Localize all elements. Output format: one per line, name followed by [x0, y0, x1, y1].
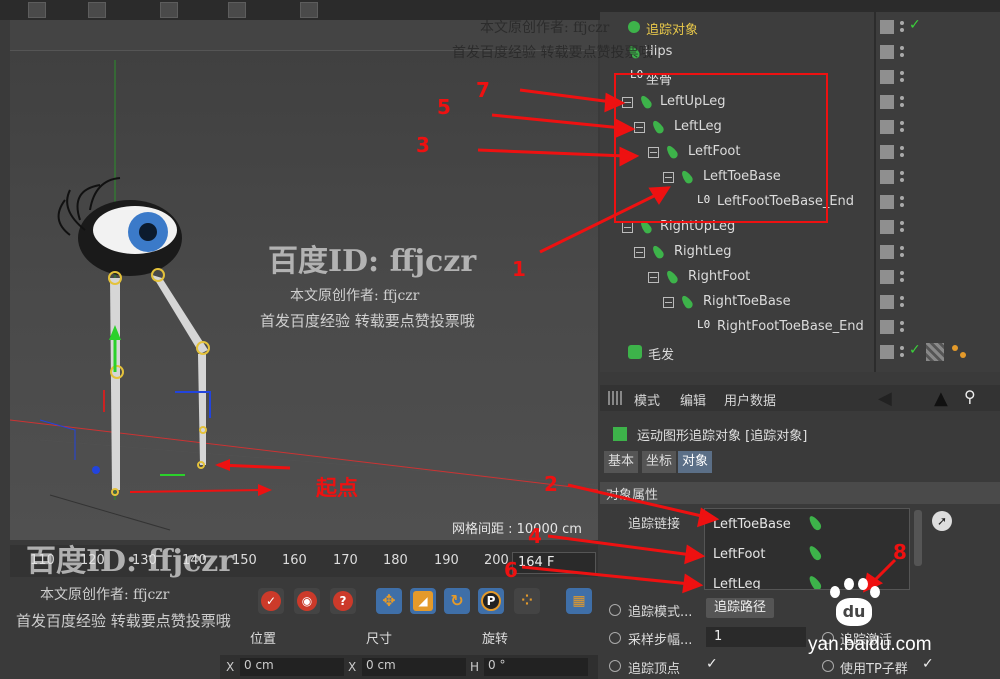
watermark-author: 本文原创作者: ffjczr: [290, 288, 420, 304]
annotation-label-8: 8: [893, 540, 907, 564]
watermark-notice: 首发百度经验 转载要点赞投票哦: [260, 312, 475, 330]
annotation-arrow-1: [539, 191, 661, 254]
annotation-arrowhead: [604, 92, 626, 113]
baidu-paw-logo: du: [826, 578, 882, 630]
annotation-arrowhead: [619, 146, 640, 167]
annotation-arrow-7: [519, 88, 613, 104]
annotation-label-4: 4: [528, 524, 542, 548]
annotation-label-5: 5: [437, 95, 451, 119]
annotation-arrowhead: [648, 186, 671, 205]
annotation-arrow-4: [547, 534, 693, 557]
annotation-arrow-2: [567, 483, 707, 519]
annotation-label-6: 6: [504, 558, 518, 582]
watermark-author-bottom: 本文原创作者: ffjczr: [40, 587, 170, 603]
watermark-site: yan.baidu.com: [808, 634, 932, 655]
cinema4d-window: 网格间距 : 10000 cm 追踪对象 ✓ Hips L0 坐骨 LeftUp…: [0, 0, 1000, 679]
watermark-notice-bottom: 首发百度经验 转载要点赞投票哦: [16, 612, 231, 630]
watermark-notice-top: 首发百度经验 转载要点赞投票哦: [452, 45, 653, 61]
annotation-arrowhead: [684, 544, 706, 565]
annotation-label-7: 7: [476, 78, 490, 102]
annotation-arrowhead: [697, 507, 720, 528]
annotation-arrow-5: [491, 113, 623, 130]
annotation-arrow-3: [477, 148, 627, 158]
annotation-arrowhead: [682, 573, 704, 594]
annotation-label-2: 2: [544, 472, 558, 496]
annotation-arrowhead: [614, 118, 636, 139]
watermark-author-top: 本文原创作者: ffjczr: [480, 20, 610, 36]
watermark-baidu-id-bottom: 百度ID: ffjczr: [26, 544, 235, 579]
annotation-arrow-6: [521, 565, 691, 586]
start-point-label: 起点: [316, 476, 358, 500]
annotation-label-1: 1: [512, 257, 526, 281]
annotation-label-3: 3: [416, 133, 430, 157]
watermark-baidu-id: 百度ID: ffjczr: [268, 244, 477, 279]
